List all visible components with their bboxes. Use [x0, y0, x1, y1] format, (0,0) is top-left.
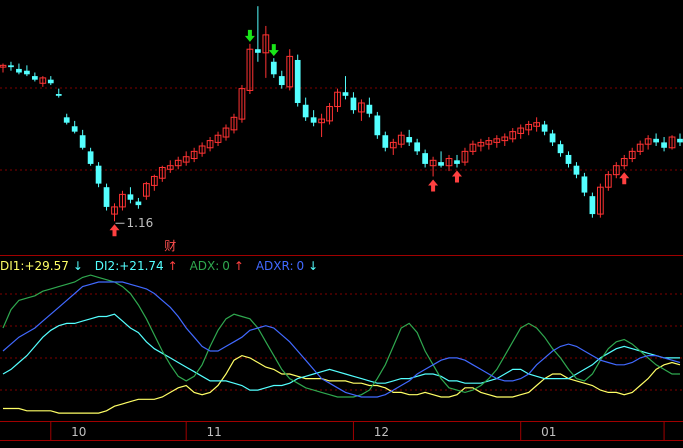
x-tick-label: 01	[541, 425, 556, 439]
x-axis-background	[0, 422, 683, 440]
candle-body-down	[366, 104, 373, 114]
di2-label: DI2:	[95, 259, 119, 273]
candle-body-down	[103, 187, 110, 207]
adxr-arrow-icon: ↓	[308, 259, 318, 273]
candle-body-down	[127, 194, 134, 200]
candle-body-down	[661, 142, 667, 148]
candle-body-down	[135, 201, 142, 206]
chart-canvas: 1.16 财 DI1:+29.57 ↓ DI2:+21.74 ↑ ADX: 0 ↑ AD…	[0, 0, 683, 448]
x-axis: 1011120102	[0, 422, 683, 441]
candle-body-down	[63, 117, 70, 123]
candle-body-down	[79, 135, 86, 148]
di1-value: +29.57	[24, 259, 68, 273]
adx-arrow-icon: ↑	[234, 259, 244, 273]
candle-body-down	[255, 49, 261, 53]
candle-body-down	[16, 68, 22, 73]
di2-value: +21.74	[119, 259, 163, 273]
candle-body-down	[414, 142, 421, 152]
candle-body-down	[350, 97, 357, 111]
candle-body-down	[47, 79, 54, 84]
candle-body-down	[406, 137, 413, 143]
candle-body-down	[374, 115, 381, 136]
candle-body-down	[541, 124, 548, 132]
candle-body-down	[310, 117, 317, 123]
candle-body-down	[270, 61, 277, 75]
x-tick-label: 10	[71, 425, 86, 439]
candle-body-down	[31, 76, 38, 80]
candle-body-down	[557, 144, 564, 154]
indicator-header: DI1:+29.57 ↓ DI2:+21.74 ↑ ADX: 0 ↑ ADXR: 0 ↓	[0, 259, 318, 273]
adx-label: ADX:	[190, 259, 220, 273]
candle-body-down	[573, 165, 580, 175]
candle-body-down	[677, 138, 683, 143]
adxr-value: 0	[297, 259, 305, 273]
candle-body-down	[302, 104, 309, 118]
candle-body-down	[294, 59, 301, 103]
di1-label: DI1:	[0, 259, 24, 273]
candle-body-down	[8, 65, 14, 68]
x-tick-label: 11	[207, 425, 222, 439]
low-price-label: 1.16	[127, 216, 154, 230]
candle-body-down	[382, 135, 389, 148]
candle-body-down	[454, 160, 460, 164]
candle-body-down	[422, 153, 428, 164]
adx-value: 0	[222, 259, 230, 273]
candle-body-down	[278, 76, 285, 86]
candle-body-down	[87, 151, 94, 164]
candle-body-down	[71, 126, 78, 132]
candle-body-down	[342, 92, 349, 96]
candle-body-down	[549, 133, 556, 143]
candle-body-down	[95, 165, 102, 184]
x-tick-label: 12	[374, 425, 389, 439]
candle-body-down	[24, 70, 30, 75]
adxr-label: ADXR:	[256, 259, 294, 273]
candle-body-down	[653, 138, 659, 143]
candle-body-down	[589, 196, 596, 215]
di1-arrow-icon: ↓	[73, 259, 83, 273]
candle-body-down	[55, 94, 62, 96]
candle-body-down	[565, 154, 572, 164]
finance-marker: 财	[164, 239, 176, 253]
candle-body-down	[438, 162, 444, 166]
candle-body-down	[581, 176, 588, 193]
di2-arrow-icon: ↑	[168, 259, 178, 273]
